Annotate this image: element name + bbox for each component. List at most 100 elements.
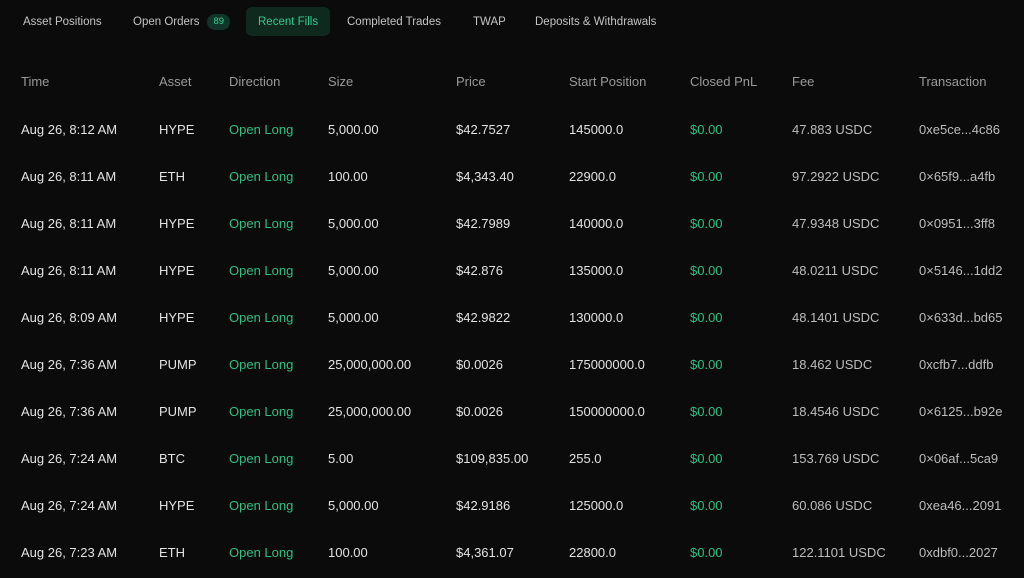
cell-size: 100.00 — [328, 169, 368, 184]
table-row: Aug 26, 8:09 AM HYPE Open Long 5,000.00 … — [0, 310, 1024, 330]
tab-label: Recent Fills — [258, 15, 319, 28]
cell-size: 5,000.00 — [328, 263, 379, 278]
cell-closed-pnl: $0.00 — [690, 122, 723, 137]
cell-transaction-link[interactable]: 0×06af...5ca9 — [919, 451, 998, 466]
cell-fee: 97.2922 USDC — [792, 169, 880, 184]
cell-direction: Open Long — [229, 169, 294, 184]
cell-start-position: 125000.0 — [569, 498, 624, 513]
tab-label: Asset Positions — [23, 15, 102, 28]
tab-deposits-withdrawals[interactable]: Deposits & Withdrawals — [535, 7, 656, 36]
cell-start-position: 255.0 — [569, 451, 602, 466]
cell-asset[interactable]: ETH — [159, 545, 185, 560]
cell-transaction-link[interactable]: 0×65f9...a4fb — [919, 169, 995, 184]
cell-size: 5.00 — [328, 451, 354, 466]
tab-completed-trades[interactable]: Completed Trades — [347, 7, 441, 36]
cell-price: $109,835.00 — [456, 451, 529, 466]
cell-size: 25,000,000.00 — [328, 357, 412, 372]
open-orders-count-badge: 89 — [207, 13, 231, 30]
column-header-price[interactable]: Price — [456, 74, 486, 89]
cell-direction: Open Long — [229, 216, 294, 231]
cell-fee: 18.4546 USDC — [792, 404, 880, 419]
cell-asset[interactable]: HYPE — [159, 263, 194, 278]
cell-asset[interactable]: PUMP — [159, 404, 197, 419]
cell-price: $4,361.07 — [456, 545, 514, 560]
cell-size: 5,000.00 — [328, 310, 379, 325]
cell-size: 5,000.00 — [328, 216, 379, 231]
table-row: Aug 26, 7:23 AM ETH Open Long 100.00 $4,… — [0, 545, 1024, 565]
column-header-size[interactable]: Size — [328, 74, 353, 89]
tab-recent-fills[interactable]: Recent Fills — [246, 7, 331, 36]
cell-fee: 18.462 USDC — [792, 357, 873, 372]
cell-start-position: 140000.0 — [569, 216, 624, 231]
tab-open-orders[interactable]: Open Orders 89 — [133, 7, 231, 36]
cell-start-position: 135000.0 — [569, 263, 624, 278]
cell-direction: Open Long — [229, 357, 294, 372]
cell-asset[interactable]: ETH — [159, 169, 185, 184]
cell-closed-pnl: $0.00 — [690, 451, 723, 466]
cell-closed-pnl: $0.00 — [690, 498, 723, 513]
cell-asset[interactable]: HYPE — [159, 498, 194, 513]
column-header-closed-pnl[interactable]: Closed PnL — [690, 74, 757, 89]
tab-twap[interactable]: TWAP — [473, 7, 506, 36]
table-row: Aug 26, 8:11 AM ETH Open Long 100.00 $4,… — [0, 169, 1024, 189]
cell-size: 5,000.00 — [328, 498, 379, 513]
tab-bar: Asset Positions Open Orders 89 Recent Fi… — [0, 0, 1024, 44]
cell-price: $42.7527 — [456, 122, 511, 137]
column-header-fee[interactable]: Fee — [792, 74, 814, 89]
cell-fee: 47.9348 USDC — [792, 216, 880, 231]
cell-asset[interactable]: HYPE — [159, 216, 194, 231]
cell-direction: Open Long — [229, 451, 294, 466]
cell-direction: Open Long — [229, 263, 294, 278]
cell-transaction-link[interactable]: 0xe5ce...4c86 — [919, 122, 1000, 137]
cell-time: Aug 26, 8:11 AM — [21, 263, 117, 278]
cell-time: Aug 26, 8:09 AM — [21, 310, 118, 325]
cell-start-position: 22800.0 — [569, 545, 616, 560]
cell-start-position: 150000000.0 — [569, 404, 645, 419]
cell-fee: 122.1101 USDC — [792, 545, 886, 560]
column-header-direction[interactable]: Direction — [229, 74, 280, 89]
table-row: Aug 26, 7:24 AM BTC Open Long 5.00 $109,… — [0, 451, 1024, 471]
cell-direction: Open Long — [229, 404, 294, 419]
column-header-asset[interactable]: Asset — [159, 74, 192, 89]
cell-direction: Open Long — [229, 498, 294, 513]
column-header-start-position[interactable]: Start Position — [569, 74, 646, 89]
cell-start-position: 145000.0 — [569, 122, 624, 137]
cell-transaction-link[interactable]: 0xdbf0...2027 — [919, 545, 998, 560]
cell-size: 25,000,000.00 — [328, 404, 412, 419]
tab-asset-positions[interactable]: Asset Positions — [23, 7, 102, 36]
trade-history-panel: Asset Positions Open Orders 89 Recent Fi… — [0, 0, 1024, 578]
table-row: Aug 26, 8:11 AM HYPE Open Long 5,000.00 … — [0, 263, 1024, 283]
cell-price: $0.0026 — [456, 404, 503, 419]
cell-direction: Open Long — [229, 545, 294, 560]
cell-asset[interactable]: BTC — [159, 451, 185, 466]
cell-time: Aug 26, 8:11 AM — [21, 169, 117, 184]
table-row: Aug 26, 7:36 AM PUMP Open Long 25,000,00… — [0, 404, 1024, 424]
cell-start-position: 175000000.0 — [569, 357, 645, 372]
cell-transaction-link[interactable]: 0xea46...2091 — [919, 498, 1001, 513]
cell-closed-pnl: $0.00 — [690, 357, 723, 372]
tab-label: Deposits & Withdrawals — [535, 15, 657, 28]
cell-asset[interactable]: PUMP — [159, 357, 197, 372]
cell-price: $42.876 — [456, 263, 503, 278]
cell-transaction-link[interactable]: 0×633d...bd65 — [919, 310, 1003, 325]
cell-price: $0.0026 — [456, 357, 503, 372]
cell-time: Aug 26, 7:23 AM — [21, 545, 118, 560]
cell-transaction-link[interactable]: 0xcfb7...ddfb — [919, 357, 993, 372]
cell-time: Aug 26, 8:12 AM — [21, 122, 118, 137]
cell-transaction-link[interactable]: 0×0951...3ff8 — [919, 216, 995, 231]
cell-asset[interactable]: HYPE — [159, 122, 194, 137]
cell-transaction-link[interactable]: 0×5146...1dd2 — [919, 263, 1003, 278]
cell-transaction-link[interactable]: 0×6125...b92e — [919, 404, 1003, 419]
cell-closed-pnl: $0.00 — [690, 310, 723, 325]
cell-closed-pnl: $0.00 — [690, 545, 723, 560]
cell-time: Aug 26, 7:36 AM — [21, 357, 118, 372]
table-row: Aug 26, 7:24 AM HYPE Open Long 5,000.00 … — [0, 498, 1024, 518]
cell-price: $42.9186 — [456, 498, 511, 513]
cell-size: 5,000.00 — [328, 122, 379, 137]
cell-closed-pnl: $0.00 — [690, 404, 723, 419]
cell-price: $42.9822 — [456, 310, 511, 325]
cell-asset[interactable]: HYPE — [159, 310, 194, 325]
cell-direction: Open Long — [229, 310, 294, 325]
column-header-time[interactable]: Time — [21, 74, 49, 89]
column-header-transaction[interactable]: Transaction — [919, 74, 986, 89]
